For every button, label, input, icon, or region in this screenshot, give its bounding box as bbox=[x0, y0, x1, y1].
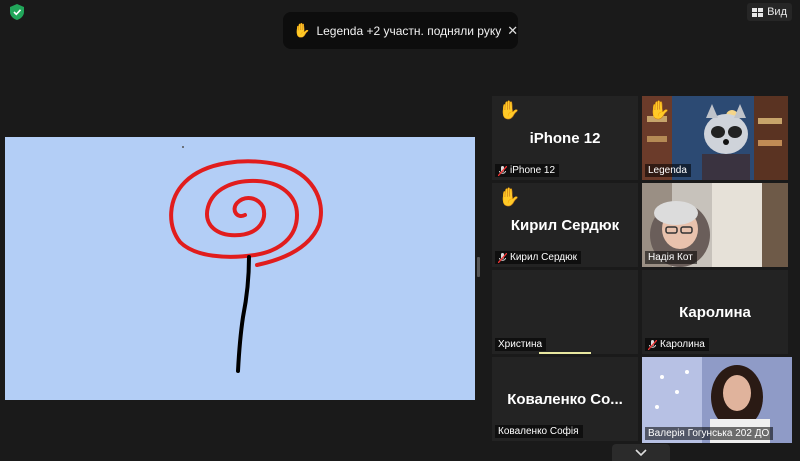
chevron-down-icon bbox=[635, 448, 647, 456]
view-grid-icon bbox=[752, 7, 764, 17]
muted-mic-icon bbox=[498, 252, 507, 263]
participant-display-name: Коваленко Со... bbox=[507, 391, 623, 408]
participant-tile-iphone12[interactable]: ✋ iPhone 12 iPhone 12 bbox=[492, 96, 638, 180]
raised-hand-icon: ✋ bbox=[648, 100, 671, 120]
spiral-stroke bbox=[169, 159, 323, 267]
participant-name-label: Валерія Гогунська 202 ДО bbox=[645, 427, 774, 440]
view-label: Вид bbox=[767, 6, 787, 18]
participant-display-name: Каролина bbox=[679, 304, 751, 321]
participant-display-name: Кирил Сердюк bbox=[510, 217, 620, 234]
muted-mic-icon bbox=[498, 165, 507, 176]
participant-tile-legenda[interactable]: ✋ Legenda bbox=[642, 96, 788, 180]
participant-tile-valeriia[interactable]: Валерія Гогунська 202 ДО bbox=[642, 357, 792, 443]
stem-stroke bbox=[236, 255, 251, 373]
panel-splitter[interactable] bbox=[477, 257, 480, 277]
participant-tile-khrystyna[interactable]: Христина bbox=[492, 270, 638, 354]
raised-hand-icon: ✋ bbox=[293, 22, 311, 38]
raised-hands-notification: ✋ Legenda +2 участн. подняли руку ✕ bbox=[283, 12, 518, 49]
participant-name-label: Каролина bbox=[645, 338, 709, 351]
shared-screen[interactable] bbox=[5, 137, 475, 400]
participant-name-label: Legenda bbox=[645, 164, 691, 177]
participant-tile-kyryl[interactable]: ✋ Кирил Сердюк Кирил Сердюк bbox=[492, 183, 638, 267]
raised-hand-icon: ✋ bbox=[498, 187, 521, 207]
participant-tile-kovalenko[interactable]: Коваленко Со... Коваленко Софія bbox=[492, 357, 638, 441]
participant-tile-karolina[interactable]: Каролина Каролина bbox=[642, 270, 788, 354]
notification-text: Legenda +2 участн. подняли руку bbox=[316, 23, 502, 38]
participant-name-label: iPhone 12 bbox=[495, 164, 560, 177]
participant-name-label: Христина bbox=[495, 338, 547, 351]
whiteboard-drawing bbox=[169, 146, 323, 373]
participant-name-label: Кирил Сердюк bbox=[495, 251, 581, 264]
participant-name-label: Коваленко Софія bbox=[495, 425, 583, 438]
participant-name-label: Надія Кот bbox=[645, 251, 697, 264]
gallery-scroll-down-button[interactable] bbox=[612, 444, 670, 461]
view-button[interactable]: Вид bbox=[747, 3, 792, 21]
raised-hand-icon: ✋ bbox=[498, 100, 521, 120]
muted-mic-icon bbox=[648, 339, 657, 350]
close-icon[interactable]: ✕ bbox=[507, 23, 518, 39]
shield-check-icon[interactable] bbox=[10, 4, 24, 20]
participant-display-name: iPhone 12 bbox=[529, 130, 601, 147]
cursor-dot bbox=[182, 146, 184, 148]
speaking-indicator bbox=[539, 352, 591, 354]
participant-tile-nadiia[interactable]: Надія Кот bbox=[642, 183, 788, 267]
